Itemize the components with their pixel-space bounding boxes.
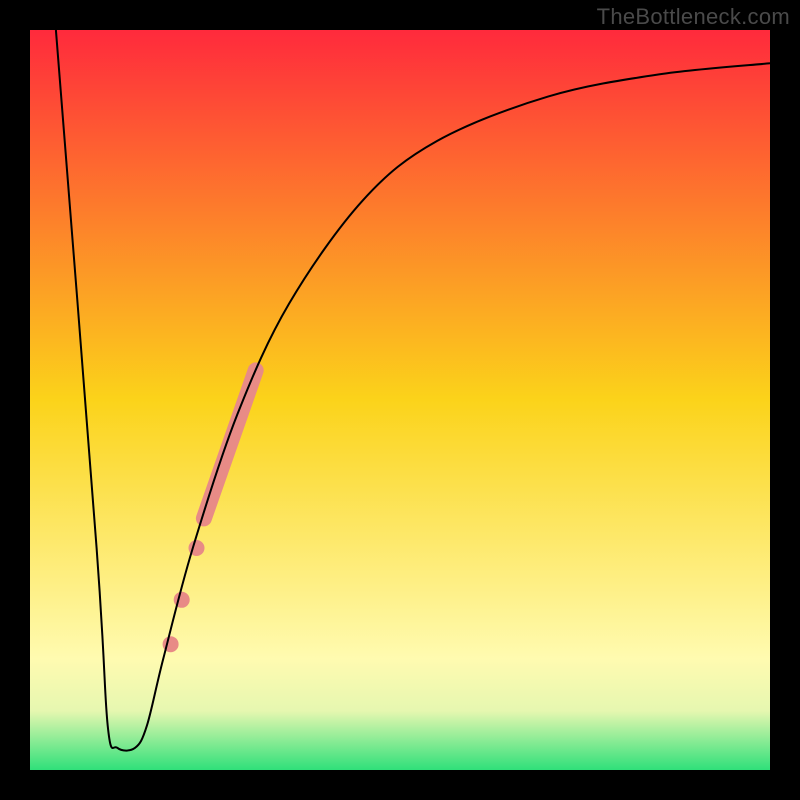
- bottleneck-chart: [0, 0, 800, 800]
- chart-container: TheBottleneck.com: [0, 0, 800, 800]
- watermark-text: TheBottleneck.com: [597, 4, 790, 30]
- plot-background: [30, 30, 770, 770]
